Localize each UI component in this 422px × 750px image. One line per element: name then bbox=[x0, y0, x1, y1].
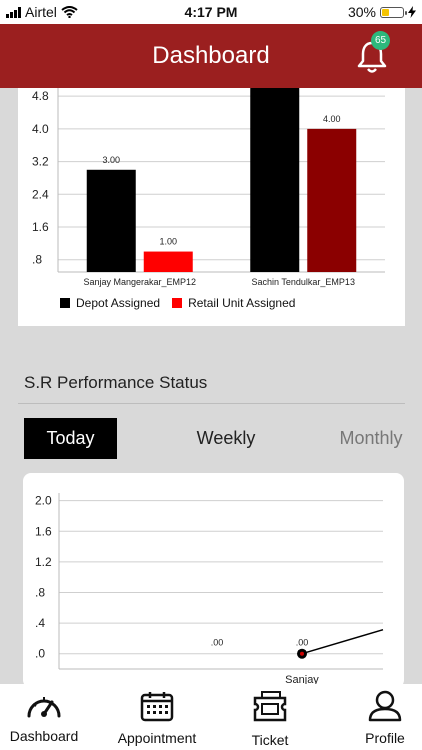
calendar-icon bbox=[140, 692, 174, 722]
bar bbox=[307, 128, 357, 272]
nav-appointment-label: Appointment bbox=[117, 730, 197, 746]
y-tick-label: 4.8 bbox=[32, 89, 49, 103]
charging-icon bbox=[408, 6, 416, 18]
nav-profile-label: Profile bbox=[365, 730, 405, 746]
status-right: 30% bbox=[348, 4, 416, 20]
y-tick-label: .8 bbox=[35, 585, 45, 599]
status-bar: Airtel 4:17 PM 30% bbox=[0, 0, 422, 24]
nav-appointment[interactable]: Appointment bbox=[110, 684, 204, 750]
assignment-bar-chart: .8 1.6 2.4 3.2 4.0 4.8 3.00 1.00 Sanjay Mangerak… bbox=[32, 88, 385, 287]
user-icon bbox=[368, 690, 402, 722]
tab-monthly[interactable]: Monthly bbox=[326, 418, 416, 459]
data-label: 3.00 bbox=[102, 155, 120, 165]
nav-ticket[interactable]: Ticket bbox=[238, 684, 302, 750]
bar bbox=[250, 88, 300, 272]
y-tick-label: .8 bbox=[32, 253, 42, 267]
y-tick-label: 1.6 bbox=[32, 220, 49, 234]
tab-weekly[interactable]: Weekly bbox=[176, 418, 276, 459]
performance-chart-card: .0.4.8 1.2 1.6 2.0.00.00 Sanjay bbox=[23, 473, 404, 688]
speedometer-icon bbox=[27, 697, 61, 718]
nav-dashboard-label: Dashboard bbox=[9, 728, 79, 744]
bar bbox=[86, 169, 136, 272]
data-label: 4.00 bbox=[323, 114, 341, 124]
legend-label-retail: Retail Unit Assigned bbox=[188, 296, 296, 310]
series-line bbox=[301, 628, 384, 655]
ticket-icon bbox=[253, 691, 287, 722]
y-tick-label: 1.2 bbox=[35, 555, 52, 569]
legend-label-depot: Depot Assigned bbox=[76, 296, 161, 310]
tab-today[interactable]: Today bbox=[24, 418, 117, 459]
y-tick-label: 1.6 bbox=[35, 524, 52, 538]
nav-ticket-label: Ticket bbox=[251, 732, 289, 748]
battery-percent: 30% bbox=[347, 4, 376, 20]
y-tick-label: 4.0 bbox=[32, 122, 49, 136]
y-tick-label: 3.2 bbox=[32, 155, 49, 169]
chart-legend: Depot Assigned Retail Unit Assigned bbox=[60, 296, 301, 310]
legend-item-depot: Depot Assigned bbox=[60, 296, 160, 310]
data-label: .00 bbox=[296, 638, 309, 648]
section-title: S.R Performance Status bbox=[24, 373, 208, 392]
nav-dashboard[interactable]: Dashboard bbox=[4, 684, 84, 750]
y-tick-label: .4 bbox=[35, 616, 45, 630]
legend-swatch-retail bbox=[172, 298, 183, 308]
bottom-navigation: Dashboard Appointment Ticket Profile bbox=[0, 684, 422, 750]
data-label: .00 bbox=[211, 638, 224, 648]
bar bbox=[143, 251, 193, 272]
nav-profile[interactable]: Profile bbox=[352, 684, 418, 750]
x-tick-label: Sanjay Mangerakar_EMP12 bbox=[83, 277, 196, 287]
data-label: 1.00 bbox=[159, 237, 177, 247]
legend-swatch-depot bbox=[60, 298, 70, 308]
y-tick-label: 2.0 bbox=[35, 494, 52, 508]
performance-line-chart: .0.4.81.21.62.0.00.00Sanjay bbox=[35, 493, 384, 686]
x-tick-label: Sachin Tendulkar_EMP13 bbox=[252, 277, 355, 287]
notification-badge: 65 bbox=[371, 31, 390, 50]
data-point-center bbox=[300, 651, 304, 656]
legend-item-retail: Retail Unit Assigned bbox=[172, 296, 295, 310]
assignment-chart-card: .8 1.6 2.4 3.2 4.0 4.8 3.00 1.00 Sanjay Mangerak… bbox=[18, 88, 405, 326]
y-tick-label: .0 bbox=[35, 647, 45, 661]
battery-icon bbox=[380, 6, 407, 18]
y-tick-label: 2.4 bbox=[32, 187, 49, 201]
section-divider bbox=[18, 403, 405, 404]
